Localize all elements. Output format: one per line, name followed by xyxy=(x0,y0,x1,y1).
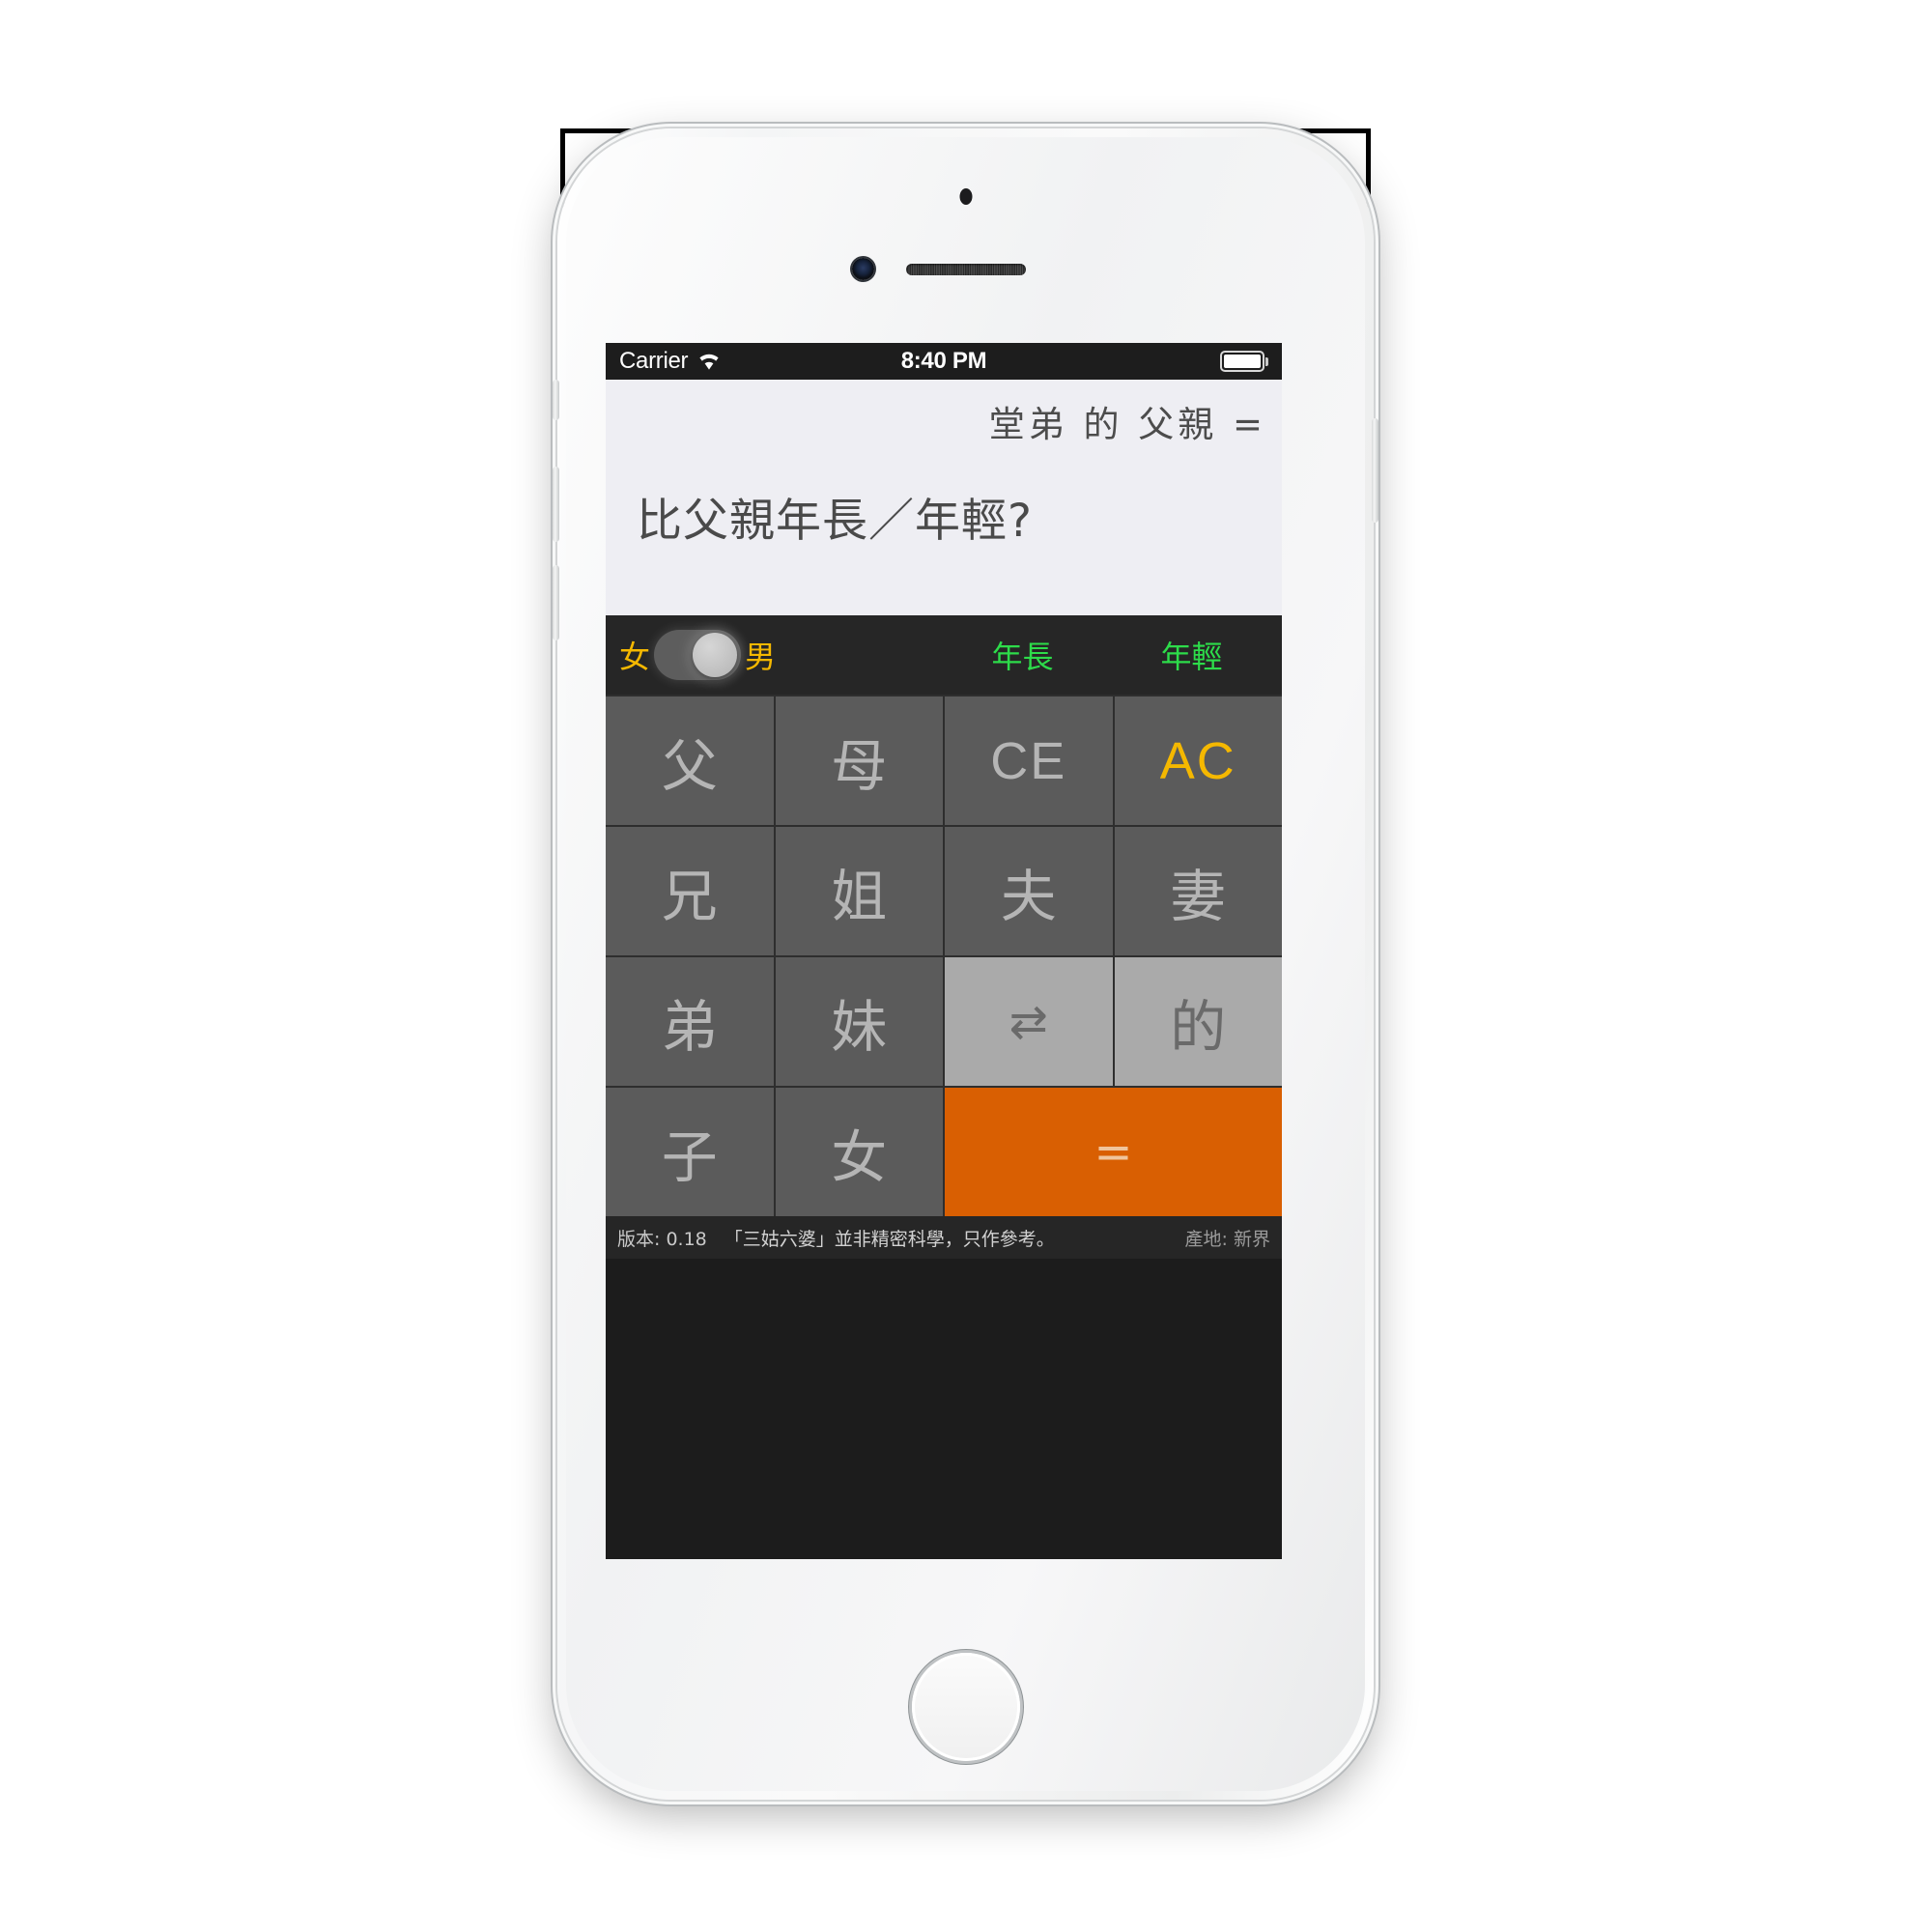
status-bar-right xyxy=(1219,351,1268,372)
older-button[interactable]: 年長 xyxy=(938,633,1107,677)
earpiece-speaker-icon xyxy=(905,264,1026,275)
front-camera-icon xyxy=(852,258,874,280)
footer-bar: 版本: 0.18 「三姑六婆」並非精密科學，只作參考。 產地: 新界 xyxy=(606,1216,1282,1259)
younger-label: 年輕 xyxy=(1160,639,1223,674)
battery-cap-icon xyxy=(1265,356,1268,366)
calculator-display: 堂弟 的 父親 = 比父親年長／年輕? xyxy=(606,380,1282,615)
age-option-group: 年長 年輕 xyxy=(938,633,1276,677)
disclaimer-label: 「三姑六婆」並非精密科學，只作參考。 xyxy=(724,1228,1055,1250)
key-daughter[interactable]: 女 xyxy=(775,1088,943,1216)
gender-toggle-switch[interactable] xyxy=(654,630,742,680)
home-button[interactable] xyxy=(911,1653,1020,1761)
keypad-grid: 父母 CE AC 兄姐夫妻弟妹 ⇄ 的子女 = xyxy=(606,695,1282,1216)
older-label: 年長 xyxy=(991,639,1054,674)
silent-switch-button[interactable] xyxy=(553,380,559,420)
key-elder-brother[interactable]: 兄 xyxy=(606,827,774,955)
crop-mark-top-left-v xyxy=(560,128,565,208)
key-elder-sister[interactable]: 姐 xyxy=(775,827,943,955)
key-all-clear[interactable]: AC xyxy=(1114,696,1282,825)
key-swap[interactable]: ⇄ xyxy=(945,957,1113,1086)
expression-line: 堂弟 的 父親 = xyxy=(988,404,1266,445)
volume-up-button[interactable] xyxy=(553,467,559,542)
key-possessive[interactable]: 的 xyxy=(1114,957,1282,1086)
key-father[interactable]: 父 xyxy=(606,696,774,825)
options-toolbar: 女 男 年長 年輕 xyxy=(606,615,1282,695)
result-line: 比父親年長／年輕? xyxy=(637,494,1033,548)
phone-screen: Carrier 8:40 PM 堂弟 的 父親 = 比父親年長／年輕? 女 男 … xyxy=(606,343,1282,1559)
gender-male-label: 男 xyxy=(745,639,777,674)
version-label: 版本: 0.18 xyxy=(617,1228,707,1250)
gender-toggle-knob[interactable] xyxy=(693,633,738,677)
screenshot-canvas: Carrier 8:40 PM 堂弟 的 父親 = 比父親年長／年輕? 女 男 … xyxy=(0,0,1932,1932)
screen-bottom-filler xyxy=(606,1259,1282,1559)
battery-fill xyxy=(1223,355,1261,368)
battery-icon xyxy=(1219,351,1264,372)
status-bar-left: Carrier xyxy=(619,348,722,375)
gender-female-label: 女 xyxy=(619,639,651,674)
key-mother[interactable]: 母 xyxy=(775,696,943,825)
key-equals[interactable]: = xyxy=(945,1088,1282,1216)
origin-label: 產地: 新界 xyxy=(1184,1228,1270,1250)
younger-button[interactable]: 年輕 xyxy=(1107,633,1276,677)
volume-down-button[interactable] xyxy=(553,565,559,640)
carrier-label: Carrier xyxy=(619,348,689,374)
crop-mark-top-right-h xyxy=(1292,128,1371,133)
power-button[interactable] xyxy=(1372,418,1378,523)
crop-mark-top-right-v xyxy=(1366,128,1371,208)
crop-mark-top-left-h xyxy=(560,128,639,133)
key-wife[interactable]: 妻 xyxy=(1114,827,1282,955)
wifi-icon xyxy=(699,354,719,370)
key-younger-brother[interactable]: 弟 xyxy=(606,957,774,1086)
key-younger-sister[interactable]: 妹 xyxy=(775,957,943,1086)
key-husband[interactable]: 夫 xyxy=(945,827,1113,955)
key-son[interactable]: 子 xyxy=(606,1088,774,1216)
key-clear-entry[interactable]: CE xyxy=(945,696,1113,825)
status-bar: Carrier 8:40 PM xyxy=(606,343,1282,380)
proximity-sensor-icon xyxy=(959,188,972,205)
